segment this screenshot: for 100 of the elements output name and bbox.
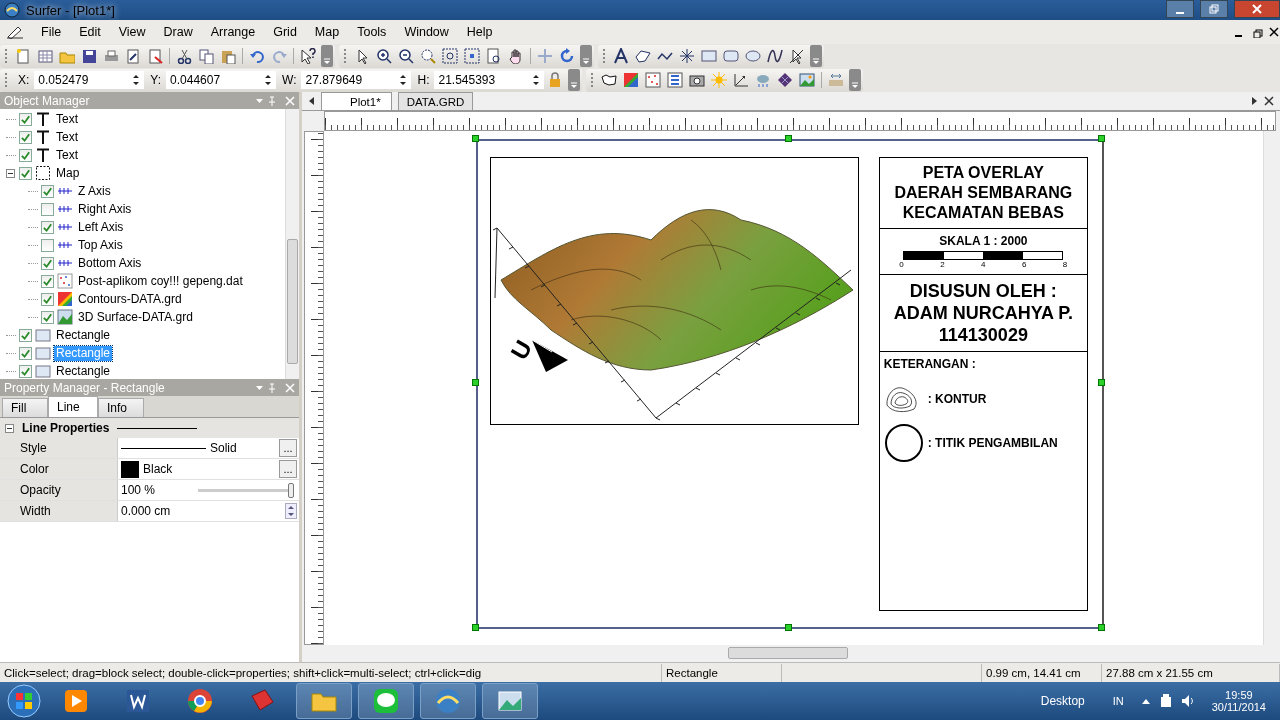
checkbox[interactable] [19,364,32,378]
clock-date[interactable]: 30/11/2014 [1211,701,1266,713]
checkbox[interactable] [41,202,54,216]
panel-controls-icon[interactable] [255,95,295,106]
zoom-selection-button[interactable] [461,45,483,67]
checkbox[interactable] [19,166,32,180]
menu-item[interactable]: File [32,25,71,39]
checkbox[interactable] [19,112,32,126]
menu-item[interactable]: Map [305,25,349,39]
checkbox[interactable] [41,274,54,288]
spinner-icon[interactable] [132,74,141,86]
restore-button[interactable] [1200,0,1228,18]
scroll-right-icon[interactable] [1251,96,1258,106]
close-button[interactable] [1234,0,1280,18]
tree-item[interactable]: Text [54,111,80,127]
speaker-icon[interactable] [1179,693,1196,709]
tab[interactable]: Info [98,398,144,417]
overflow-chevron-icon[interactable] [580,45,592,67]
toolbar-grip[interactable] [344,49,348,63]
document-tab[interactable]: DATA.GRD [397,92,474,110]
curve-icon [767,48,783,64]
menu-item[interactable]: Grid [264,25,306,39]
checkbox[interactable] [19,148,32,162]
checkbox[interactable] [41,292,54,306]
checkbox[interactable] [41,256,54,270]
tree-item[interactable]: Contours-DATA.grd [76,291,184,307]
spinner-icon[interactable] [532,74,541,86]
pen-icon[interactable] [6,25,24,39]
overflow-chevron-icon[interactable] [568,69,581,91]
menu-item[interactable]: Edit [70,25,110,39]
menu-item[interactable]: Draw [154,25,202,39]
tree-item[interactable]: Rectangle [54,363,113,379]
toolbar-grip[interactable] [591,73,596,87]
checkbox[interactable] [19,328,32,342]
selection-handle[interactable] [785,135,792,142]
tab[interactable]: Line [48,396,98,417]
number-field[interactable]: 0.044607 [166,71,277,89]
globe-icon [4,2,20,18]
selection-handle[interactable] [785,624,792,631]
checkbox[interactable] [41,238,54,252]
desktop-toolbar-label[interactable]: Desktop [1040,694,1085,708]
number-field[interactable]: 0.052479 [34,71,145,89]
number-field[interactable]: 21.545393 [434,71,545,89]
browse-button[interactable]: ... [279,439,297,457]
tree-item[interactable]: Map [54,165,82,181]
selection-handle[interactable] [472,624,479,631]
collapse-icon[interactable] [5,423,14,433]
window-controls-icon[interactable] [1234,26,1280,38]
taskbar-app[interactable] [358,683,414,719]
collapse-icon[interactable] [6,168,15,178]
checkbox[interactable] [19,130,32,144]
taskbar-app[interactable] [482,683,538,719]
menu-item[interactable]: Window [395,25,458,39]
tree-item[interactable]: Z Axis [76,183,113,199]
checkbox[interactable] [41,310,54,324]
overflow-chevron-icon[interactable] [849,69,862,91]
tree-item[interactable]: Rectangle [54,327,113,343]
selection-handle[interactable] [472,135,479,142]
panel-controls-icon[interactable] [255,382,295,393]
scrollbar[interactable] [285,109,299,379]
start-button-icon[interactable] [6,683,42,719]
checkbox[interactable] [41,184,54,198]
checkbox[interactable] [19,346,32,360]
number-field[interactable]: 27.879649 [301,71,412,89]
close-icon[interactable] [1264,96,1274,106]
minimize-button[interactable] [1166,0,1194,18]
tree-item[interactable]: 3D Surface-DATA.grd [76,309,195,325]
tree-item[interactable]: Post-aplikom coy!!! gepeng.dat [76,273,245,289]
selection-handle[interactable] [1098,624,1105,631]
tree-item[interactable]: Text [54,129,80,145]
tree-item[interactable]: Right Axis [76,201,134,217]
toolbar-grip[interactable] [603,49,607,63]
browse-button[interactable]: ... [279,460,297,478]
toolbar-grip[interactable] [5,49,9,63]
tree-item[interactable]: Bottom Axis [76,255,144,271]
spinner-icon[interactable] [399,74,408,86]
menu-item[interactable]: Arrange [201,25,265,39]
spinner-icon[interactable] [285,503,297,519]
scroll-left-icon[interactable] [308,96,315,106]
menu-item[interactable]: Help [457,25,502,39]
document-tab[interactable]: Plot1* [321,92,392,110]
menu-item[interactable]: Tools [348,25,396,39]
language-indicator[interactable]: IN [1112,695,1124,707]
tree-item[interactable]: Text [54,147,80,163]
spinner-icon[interactable] [264,74,273,86]
menu-item[interactable]: View [109,25,155,39]
slider-track[interactable] [198,482,294,498]
tree-item[interactable]: Left Axis [76,219,126,235]
checkbox[interactable] [41,220,54,234]
selection-handle[interactable] [472,379,479,386]
taskbar-app[interactable] [420,683,476,719]
toolbar-grip[interactable] [5,73,9,87]
selection-handle[interactable] [1098,379,1105,386]
zoom-fit-button[interactable] [439,45,461,67]
slider-thumb[interactable] [288,482,294,498]
tree-item[interactable]: Top Axis [76,237,125,253]
checkmark-icon [20,347,31,359]
tab[interactable]: Fill [2,398,48,417]
clock-time[interactable]: 19:59 [1225,689,1253,701]
selection-handle[interactable] [1098,135,1105,142]
